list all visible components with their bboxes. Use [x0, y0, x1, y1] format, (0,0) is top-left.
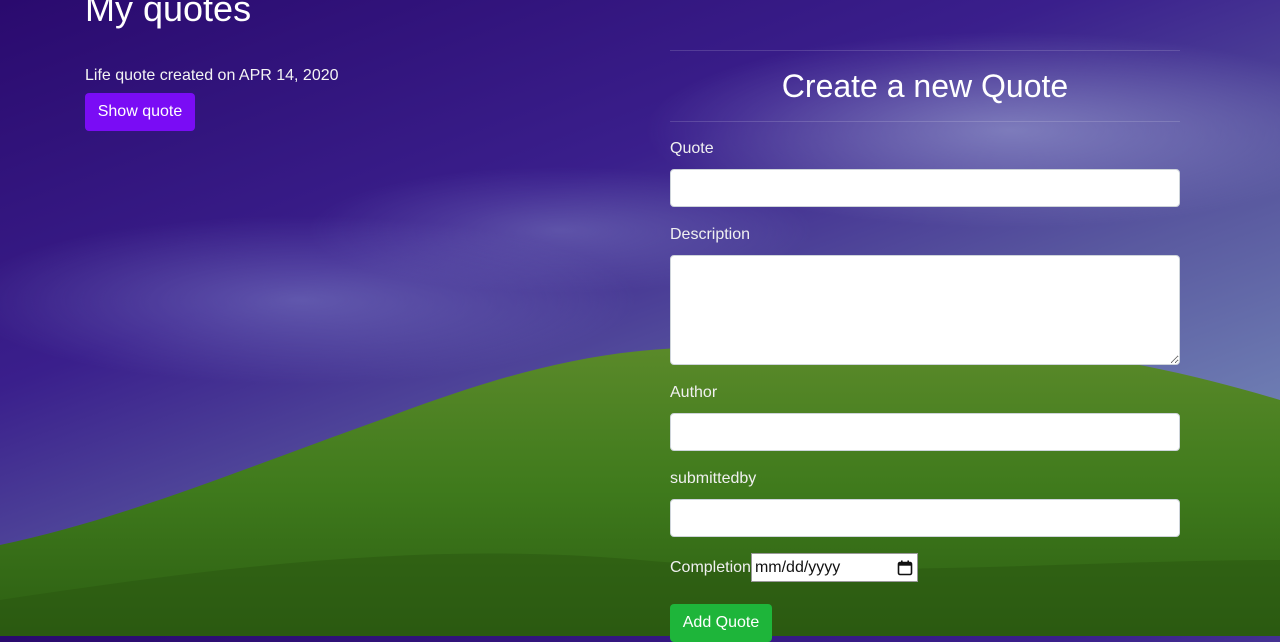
form-header: Create a new Quote	[670, 50, 1180, 122]
completion-label: Completion	[670, 558, 751, 576]
date-placeholder: mm/dd/yyyy	[754, 558, 841, 576]
show-quote-button[interactable]: Show quote	[85, 93, 195, 131]
description-textarea[interactable]	[670, 255, 1180, 365]
quote-input[interactable]	[670, 169, 1180, 207]
form-title: Create a new Quote	[781, 67, 1069, 104]
completion-row: Completion mm/dd/yyyy	[670, 553, 918, 582]
page-title: My quotes	[85, 0, 252, 29]
calendar-icon[interactable]	[897, 560, 913, 576]
create-quote-form: Create a new Quote Quote Description Aut…	[670, 50, 1180, 642]
description-label: Description	[670, 226, 751, 243]
add-quote-button[interactable]: Add Quote	[670, 604, 772, 642]
quote-created-label: Life quote created on APR 14, 2020	[85, 67, 339, 84]
quote-label: Quote	[670, 140, 714, 157]
completion-date-input[interactable]: mm/dd/yyyy	[750, 553, 918, 582]
author-input[interactable]	[670, 413, 1180, 451]
author-label: Author	[670, 384, 718, 401]
submittedby-label: submittedby	[670, 470, 757, 487]
submittedby-input[interactable]	[670, 499, 1180, 537]
